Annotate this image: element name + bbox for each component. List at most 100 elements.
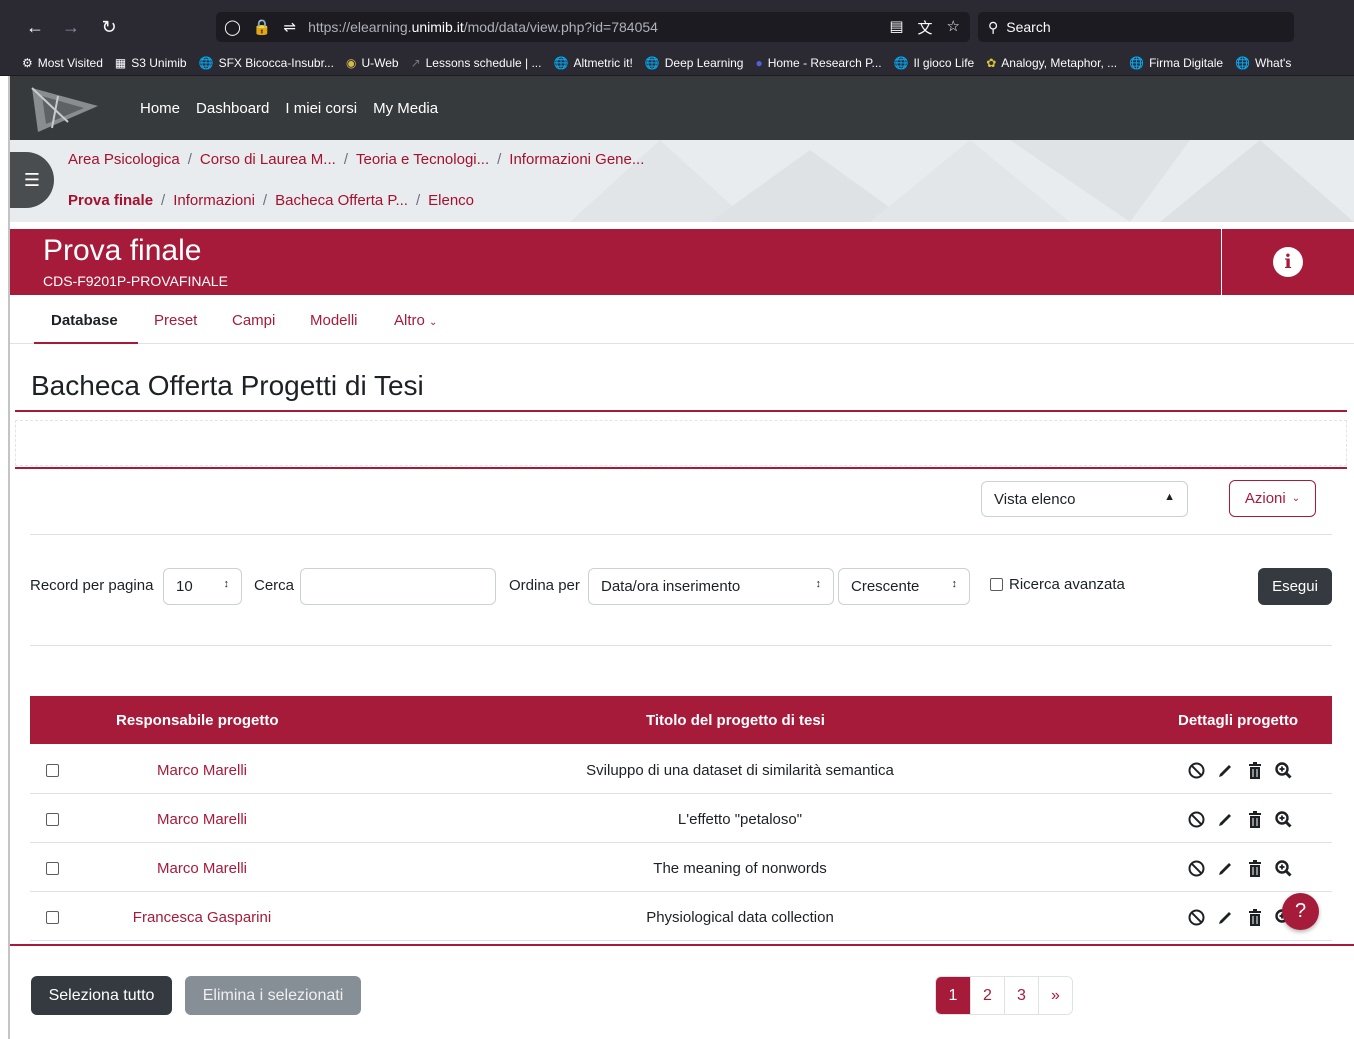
pencil-icon[interactable] bbox=[1215, 858, 1236, 878]
breadcrumb-link[interactable]: Corso di Laurea M... bbox=[200, 151, 336, 168]
lock-icon[interactable]: 🔒 bbox=[253, 18, 272, 36]
course-header: Prova finale CDS-F9201P-PROVAFINALE bbox=[10, 229, 1221, 295]
search-input[interactable] bbox=[300, 568, 496, 605]
column-header[interactable]: Responsabile progetto bbox=[116, 712, 279, 729]
delete-selected-button[interactable]: Elimina i selezionati bbox=[185, 976, 361, 1015]
bookmark-item[interactable]: ▦ S3 Unimib bbox=[115, 56, 187, 70]
table-row: Marco Marelli Sviluppo di una dataset di… bbox=[30, 745, 1332, 794]
back-icon[interactable]: ← bbox=[20, 12, 50, 42]
zoom-in-icon[interactable] bbox=[1273, 760, 1294, 780]
disapprove-icon[interactable] bbox=[1186, 907, 1207, 927]
breadcrumb-link[interactable]: Informazioni Gene... bbox=[509, 151, 644, 168]
bookmark-item[interactable]: 🌐 Firma Digitale bbox=[1129, 56, 1223, 70]
sort-label: Ordina per bbox=[509, 577, 580, 594]
url-bar[interactable]: ◯ 🔒 ⇌ https://elearning. unimib.it/mod/da… bbox=[216, 12, 970, 42]
info-icon[interactable]: i bbox=[1273, 247, 1303, 277]
divider bbox=[15, 410, 1347, 412]
breadcrumb-area: ☰ Area Psicologica / Corso di Laurea M...… bbox=[10, 140, 1354, 222]
bookmark-item[interactable]: ● Home - Research P... bbox=[755, 56, 881, 70]
next-page-link[interactable]: » bbox=[1038, 977, 1072, 1014]
tab-campi[interactable]: Campi bbox=[232, 312, 275, 329]
gear-icon: ⚙ bbox=[22, 55, 33, 70]
table-row: Francesca Gasparini Physiological data c… bbox=[30, 892, 1332, 941]
bookmark-item[interactable]: ◉ U-Web bbox=[346, 56, 399, 70]
bookmark-item[interactable]: 🌐 What's bbox=[1235, 56, 1291, 70]
secondary-navigation: Database Preset Campi Modelli Altro ⌄ bbox=[10, 296, 1354, 344]
bookmark-item[interactable]: 🌐 Il gioco Life bbox=[894, 56, 975, 70]
trash-icon[interactable] bbox=[1244, 760, 1265, 780]
advanced-search-label[interactable]: Ricerca avanzata bbox=[1009, 576, 1125, 593]
bookmark-star-icon[interactable]: ☆ bbox=[947, 17, 960, 38]
shield-icon[interactable]: ◯ bbox=[224, 18, 241, 36]
tab-database[interactable]: Database bbox=[51, 312, 118, 329]
breadcrumb-link[interactable]: Prova finale bbox=[68, 192, 153, 209]
eu-favicon-icon: ● bbox=[755, 55, 763, 70]
help-button[interactable]: ? bbox=[1282, 893, 1319, 930]
permissions-icon[interactable]: ⇌ bbox=[283, 18, 296, 36]
search-label: Cerca bbox=[254, 577, 295, 594]
zoom-in-icon[interactable] bbox=[1273, 858, 1294, 878]
responsabile-link[interactable]: Marco Marelli bbox=[30, 762, 374, 779]
bookmark-item[interactable]: 🌐 SFX Bicocca-Insubr... bbox=[199, 56, 334, 70]
sort-order-select[interactable]: Crescente ↕ bbox=[838, 568, 970, 605]
reload-icon[interactable]: ↻ bbox=[94, 12, 124, 42]
advanced-search-checkbox[interactable] bbox=[990, 578, 1003, 591]
tab-altro[interactable]: Altro ⌄ bbox=[394, 312, 437, 329]
browser-toolbar: ← → ↻ ◯ 🔒 ⇌ https://elearning. unimib.it /… bbox=[0, 0, 1354, 50]
site-logo-icon[interactable] bbox=[28, 82, 102, 134]
trash-icon[interactable] bbox=[1244, 858, 1265, 878]
translate-icon[interactable]: 文 bbox=[918, 17, 933, 38]
url-domain: unimib.it bbox=[411, 19, 464, 35]
bookmark-item[interactable]: 🌐 Deep Learning bbox=[645, 56, 744, 70]
zoom-in-icon[interactable] bbox=[1273, 809, 1294, 829]
chevron-down-icon: ⌄ bbox=[1291, 493, 1301, 504]
intro-area bbox=[15, 420, 1347, 466]
nav-my-media[interactable]: My Media bbox=[373, 100, 438, 117]
nav-dashboard[interactable]: Dashboard bbox=[196, 100, 269, 117]
bookmark-item[interactable]: ↗ Lessons schedule | ... bbox=[411, 56, 542, 70]
page-title: Bacheca Offerta Progetti di Tesi bbox=[31, 370, 424, 401]
responsabile-link[interactable]: Marco Marelli bbox=[30, 811, 374, 828]
trash-icon[interactable] bbox=[1244, 907, 1265, 927]
course-code: CDS-F9201P-PROVAFINALE bbox=[43, 273, 228, 289]
breadcrumb-link[interactable]: Bacheca Offerta P... bbox=[275, 192, 408, 209]
page-link[interactable]: 3 bbox=[1004, 977, 1038, 1014]
responsabile-link[interactable]: Marco Marelli bbox=[30, 860, 374, 877]
nav-home[interactable]: Home bbox=[140, 100, 180, 117]
responsabile-link[interactable]: Francesca Gasparini bbox=[30, 909, 374, 926]
select-all-button[interactable]: Seleziona tutto bbox=[31, 976, 172, 1015]
sort-field-select[interactable]: Data/ora inserimento ↕ bbox=[588, 568, 834, 605]
bookmark-item[interactable]: ⚙ Most Visited bbox=[22, 56, 103, 70]
breadcrumb-link[interactable]: Teoria e Tecnologi... bbox=[356, 151, 489, 168]
disapprove-icon[interactable] bbox=[1186, 760, 1207, 780]
trash-icon[interactable] bbox=[1244, 809, 1265, 829]
globe-icon: 🌐 bbox=[644, 55, 660, 70]
actions-dropdown-button[interactable]: Azioni ⌄ bbox=[1229, 480, 1316, 517]
tab-modelli[interactable]: Modelli bbox=[310, 312, 358, 329]
bookmark-item[interactable]: 🌐 Altmetric it! bbox=[553, 56, 632, 70]
pencil-icon[interactable] bbox=[1215, 809, 1236, 829]
reader-view-icon[interactable]: ▤ bbox=[889, 17, 903, 38]
tab-preset[interactable]: Preset bbox=[154, 312, 197, 329]
submit-filter-button[interactable]: Esegui bbox=[1258, 568, 1332, 605]
breadcrumb-link[interactable]: Elenco bbox=[428, 192, 474, 209]
disapprove-icon[interactable] bbox=[1186, 858, 1207, 878]
bookmark-item[interactable]: ✿ Analogy, Metaphor, ... bbox=[986, 56, 1117, 70]
column-header[interactable]: Titolo del progetto di tesi bbox=[646, 712, 825, 729]
breadcrumb-link[interactable]: Informazioni bbox=[173, 192, 255, 209]
sticky-footer-divider bbox=[10, 944, 1354, 946]
breadcrumb-link[interactable]: Area Psicologica bbox=[68, 151, 180, 168]
select-arrows-icon: ↕ bbox=[223, 578, 230, 590]
browser-search-box[interactable]: ⚲ Search bbox=[978, 12, 1294, 42]
per-page-select[interactable]: 10 ↕ bbox=[163, 568, 242, 605]
forward-icon[interactable]: → bbox=[56, 12, 86, 42]
nav-my-courses[interactable]: I miei corsi bbox=[285, 100, 357, 117]
view-mode-select[interactable]: Vista elenco ▲ bbox=[981, 481, 1188, 517]
page-link-current[interactable]: 1 bbox=[936, 977, 970, 1014]
pencil-icon[interactable] bbox=[1215, 907, 1236, 927]
url-prefix: https://elearning. bbox=[308, 19, 412, 35]
page-link[interactable]: 2 bbox=[970, 977, 1004, 1014]
disapprove-icon[interactable] bbox=[1186, 809, 1207, 829]
pencil-icon[interactable] bbox=[1215, 760, 1236, 780]
globe-icon: 🌐 bbox=[893, 55, 909, 70]
